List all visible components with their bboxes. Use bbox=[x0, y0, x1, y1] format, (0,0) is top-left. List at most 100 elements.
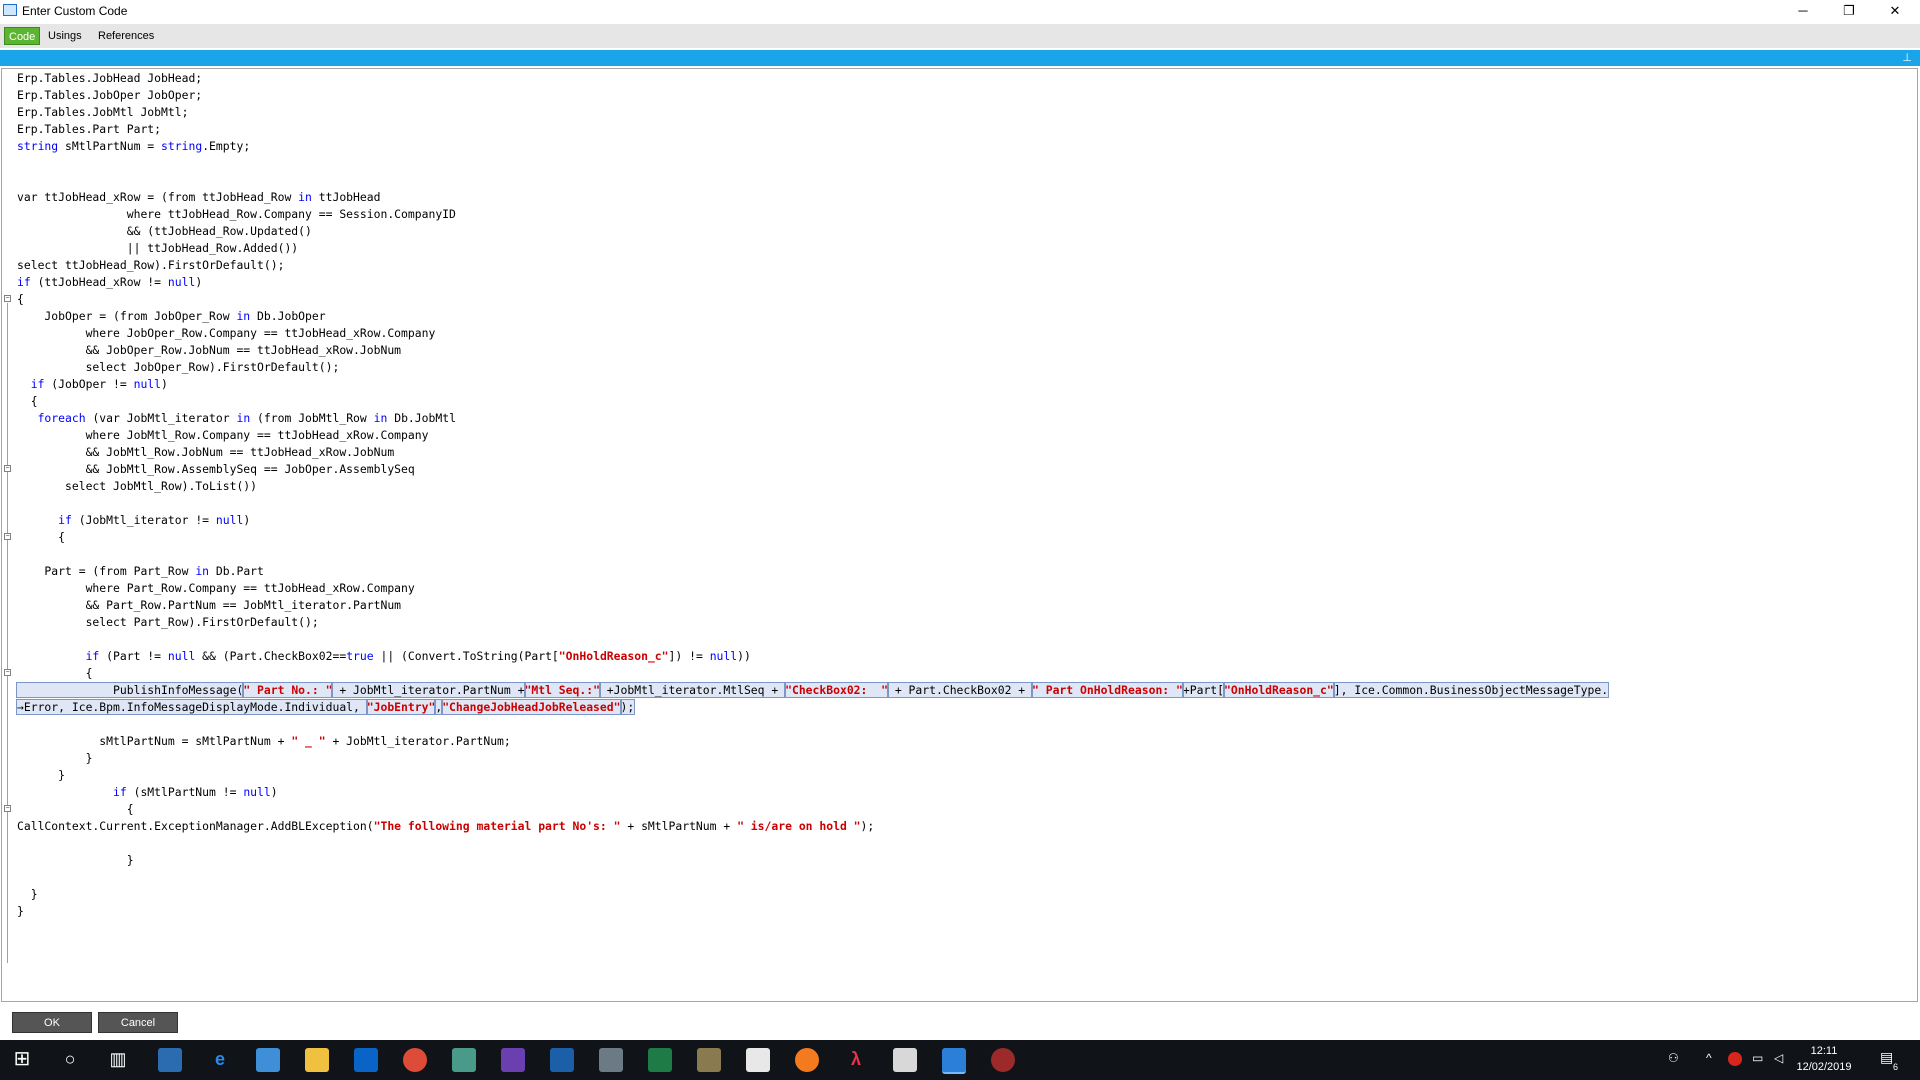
app-window-icon bbox=[3, 4, 17, 16]
network-icon[interactable]: ▭ bbox=[1752, 1051, 1763, 1065]
code-line[interactable]: string sMtlPartNum = string.Empty; bbox=[17, 138, 250, 155]
code-line[interactable]: && JobMtl_Row.JobNum == ttJobHead_xRow.J… bbox=[17, 444, 395, 461]
code-line[interactable]: if (sMtlPartNum != null) bbox=[17, 784, 278, 801]
collapse-icon[interactable]: − bbox=[4, 295, 11, 302]
excel-icon[interactable] bbox=[648, 1048, 672, 1072]
collapse-icon[interactable]: − bbox=[4, 533, 11, 540]
7zip-icon[interactable] bbox=[746, 1048, 770, 1072]
code-editor[interactable]: − − − − − Erp.Tables.JobHead JobHead; Erp… bbox=[1, 68, 1918, 1002]
code-token: && JobMtl_Row.AssemblySeq == JobOper.Ass… bbox=[17, 462, 415, 476]
code-line[interactable]: foreach (var JobMtl_iterator in (from Jo… bbox=[17, 410, 456, 427]
code-keyword: if bbox=[113, 785, 127, 799]
code-line[interactable]: Erp.Tables.Part Part; bbox=[17, 121, 161, 138]
code-line[interactable]: Part = (from Part_Row in Db.Part bbox=[17, 563, 263, 580]
code-line[interactable]: } bbox=[17, 903, 24, 920]
code-line[interactable]: } bbox=[17, 767, 65, 784]
code-line[interactable]: select JobOper_Row).FirstOrDefault(); bbox=[17, 359, 340, 376]
network-tool-icon[interactable] bbox=[599, 1048, 623, 1072]
code-line[interactable]: where ttJobHead_Row.Company == Session.C… bbox=[17, 206, 456, 223]
minimize-button[interactable]: ─ bbox=[1780, 0, 1826, 22]
collapse-icon[interactable]: − bbox=[4, 805, 11, 812]
edge-browser-icon[interactable]: e bbox=[208, 1047, 232, 1071]
powershell-icon[interactable] bbox=[550, 1048, 574, 1072]
code-line[interactable]: && JobOper_Row.JobNum == ttJobHead_xRow.… bbox=[17, 342, 401, 359]
restore-button[interactable]: ❐ bbox=[1826, 0, 1872, 22]
store-icon[interactable] bbox=[158, 1048, 182, 1072]
code-line[interactable]: select Part_Row).FirstOrDefault(); bbox=[17, 614, 319, 631]
code-keyword: true bbox=[346, 649, 374, 663]
code-token: && (ttJobHead_Row.Updated() bbox=[17, 224, 312, 238]
code-line[interactable]: Erp.Tables.JobHead JobHead; bbox=[17, 70, 202, 87]
people-icon[interactable]: ⚇ bbox=[1668, 1051, 1679, 1065]
cloud-app-icon[interactable] bbox=[991, 1048, 1015, 1072]
chevron-up-icon[interactable]: ^ bbox=[1706, 1051, 1712, 1065]
code-token: } bbox=[17, 768, 66, 782]
code-line[interactable]: var ttJobHead_xRow = (from ttJobHead_Row… bbox=[17, 189, 380, 206]
code-line[interactable]: { bbox=[17, 801, 134, 818]
code-line[interactable]: } bbox=[17, 852, 134, 869]
task-view-icon[interactable]: ▥ bbox=[106, 1047, 130, 1071]
code-line[interactable]: if (JobMtl_iterator != null) bbox=[17, 512, 250, 529]
cancel-button[interactable]: Cancel bbox=[98, 1012, 178, 1033]
code-line[interactable]: } bbox=[17, 750, 93, 767]
code-line[interactable]: } bbox=[17, 886, 38, 903]
antivirus-tray-icon[interactable] bbox=[1728, 1052, 1742, 1066]
code-line[interactable]: PublishInfoMessage(" Part No.: " + JobMt… bbox=[15, 682, 1610, 699]
remote-desktop-icon[interactable] bbox=[256, 1048, 280, 1072]
code-string: "CheckBox02: " bbox=[784, 682, 889, 698]
pin-icon[interactable]: ⊥ bbox=[1902, 51, 1912, 64]
visual-studio-icon[interactable] bbox=[501, 1048, 525, 1072]
ok-button[interactable]: OK bbox=[12, 1012, 92, 1033]
code-line[interactable]: where JobOper_Row.Company == ttJobHead_x… bbox=[17, 325, 436, 342]
epicor-app-icon[interactable] bbox=[942, 1048, 966, 1074]
code-line[interactable]: { bbox=[17, 529, 65, 546]
code-line[interactable]: && Part_Row.PartNum == JobMtl_iterator.P… bbox=[17, 597, 401, 614]
code-line[interactable]: { bbox=[17, 393, 38, 410]
tab-code[interactable]: Code bbox=[4, 27, 41, 45]
windows-start-icon[interactable]: ⊞ bbox=[10, 1047, 34, 1071]
code-line[interactable]: CallContext.Current.ExceptionManager.Add… bbox=[17, 818, 874, 835]
lambda-app-icon[interactable]: λ bbox=[844, 1047, 868, 1071]
system-clock[interactable]: 12:11 12/02/2019 bbox=[1784, 1043, 1864, 1075]
tab-usings[interactable]: Usings bbox=[44, 27, 86, 45]
code-line[interactable]: Erp.Tables.JobMtl JobMtl; bbox=[17, 104, 188, 121]
code-line[interactable]: { bbox=[17, 665, 93, 682]
archive-icon[interactable] bbox=[697, 1048, 721, 1072]
collapse-icon[interactable]: − bbox=[4, 669, 11, 676]
code-keyword: null bbox=[133, 377, 162, 391]
close-button[interactable]: ✕ bbox=[1872, 0, 1918, 22]
sublime-icon[interactable] bbox=[795, 1048, 819, 1072]
code-line[interactable]: select ttJobHead_Row).FirstOrDefault(); bbox=[17, 257, 284, 274]
code-keyword: null bbox=[709, 649, 738, 663]
code-line[interactable]: where JobMtl_Row.Company == ttJobHead_xR… bbox=[17, 427, 429, 444]
code-line[interactable]: select JobMtl_Row).ToList()) bbox=[17, 478, 257, 495]
code-line[interactable]: where Part_Row.Company == ttJobHead_xRow… bbox=[17, 580, 415, 597]
action-center-icon[interactable]: ▤ bbox=[1880, 1049, 1893, 1066]
code-line[interactable]: { bbox=[17, 291, 24, 308]
cortana-search-icon[interactable]: ○ bbox=[58, 1047, 82, 1071]
clock-date: 12/02/2019 bbox=[1796, 1061, 1852, 1073]
collapse-icon[interactable]: − bbox=[4, 465, 11, 472]
code-token: (var JobMtl_iterator bbox=[85, 411, 237, 425]
outlook-icon[interactable] bbox=[354, 1048, 378, 1072]
volume-icon[interactable]: ◁ bbox=[1774, 1051, 1783, 1065]
code-line[interactable]: sMtlPartNum = sMtlPartNum + " _ " + JobM… bbox=[17, 733, 511, 750]
code-line[interactable]: Erp.Tables.JobOper JobOper; bbox=[17, 87, 202, 104]
code-line[interactable]: if (JobOper != null) bbox=[17, 376, 168, 393]
file-explorer-icon[interactable] bbox=[305, 1048, 329, 1072]
calculator-icon[interactable] bbox=[893, 1048, 917, 1072]
code-token: || (Convert.ToString(Part[ bbox=[373, 649, 559, 663]
code-keyword: in bbox=[236, 309, 251, 323]
code-line[interactable]: || ttJobHead_Row.Added()) bbox=[17, 240, 298, 257]
code-line[interactable]: if (Part != null && (Part.CheckBox02==tr… bbox=[17, 648, 751, 665]
code-line[interactable]: →Error, Ice.Bpm.InfoMessageDisplayMode.I… bbox=[16, 699, 636, 716]
code-line[interactable]: && (ttJobHead_Row.Updated() bbox=[17, 223, 312, 240]
notepad-icon[interactable] bbox=[452, 1048, 476, 1072]
chrome-icon[interactable] bbox=[403, 1048, 427, 1072]
code-line[interactable]: JobOper = (from JobOper_Row in Db.JobOpe… bbox=[17, 308, 325, 325]
tab-references[interactable]: References bbox=[94, 27, 158, 45]
code-keyword: in bbox=[298, 190, 312, 204]
code-line[interactable]: && JobMtl_Row.AssemblySeq == JobOper.Ass… bbox=[17, 461, 415, 478]
code-line[interactable]: if (ttJobHead_xRow != null) bbox=[17, 274, 202, 291]
